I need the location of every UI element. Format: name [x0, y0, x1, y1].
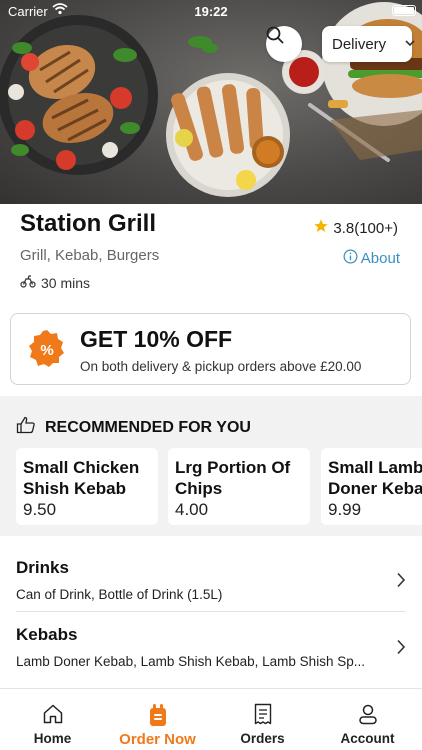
recommended-item-card[interactable]: Small Lamb Doner Kebab 9.99	[321, 448, 422, 525]
recommended-item-card[interactable]: Lrg Portion Of Chips 4.00	[168, 448, 310, 525]
category-title: Drinks	[16, 558, 69, 577]
menu-category-drinks[interactable]: Drinks Can of Drink, Bottle of Drink (1.…	[0, 546, 422, 612]
recommended-item-card[interactable]: Small Chicken Shish Kebab 9.50	[16, 448, 158, 525]
about-label: About	[360, 250, 400, 267]
item-name: Small Lamb	[328, 458, 422, 477]
item-name: Small Chicken	[23, 458, 140, 477]
item-price: 4.00	[175, 500, 209, 519]
tab-orders[interactable]: Orders	[210, 689, 315, 750]
status-time: 19:22	[194, 4, 228, 19]
chevron-right-icon	[396, 572, 406, 593]
delivery-mode-dropdown[interactable]: Delivery	[322, 26, 415, 62]
tab-home[interactable]: Home	[0, 689, 105, 750]
rating-value: 3.8(100+)	[333, 219, 398, 237]
delivery-time-label: 30 mins	[41, 274, 91, 291]
tab-account[interactable]: Account	[315, 689, 420, 750]
category-title: Kebabs	[16, 625, 78, 644]
about-link[interactable]: About	[343, 249, 400, 268]
recommended-title: RECOMMENDED FOR YOU	[45, 418, 251, 436]
offer-banner[interactable]: % GET 10% OFF On both delivery & pickup …	[10, 313, 411, 385]
tab-bar: Home Order Now Orders Account	[0, 688, 422, 750]
home-icon	[0, 703, 105, 727]
item-name: Doner Kebab	[328, 479, 422, 498]
category-description: Lamb Doner Kebab, Lamb Shish Kebab, Lamb…	[16, 654, 365, 669]
scooter-icon	[20, 274, 36, 291]
cuisine-list: Grill, Kebab, Burgers	[20, 247, 160, 264]
menu-category-kebabs[interactable]: Kebabs Lamb Doner Kebab, Lamb Shish Keba…	[0, 613, 422, 679]
search-button[interactable]	[266, 26, 302, 62]
divider	[16, 611, 406, 612]
battery-icon	[392, 5, 416, 16]
item-name: Chips	[175, 479, 223, 498]
recommended-heading: RECOMMENDED FOR YOU	[16, 416, 251, 439]
item-name: Shish Kebab	[23, 479, 126, 498]
info-icon	[343, 249, 358, 268]
status-bar: Carrier 19:22	[0, 0, 422, 22]
rating: 3.8(100+)	[313, 218, 398, 238]
delivery-mode-label: Delivery	[332, 35, 387, 53]
tab-label: Account	[340, 731, 395, 746]
star-icon	[313, 218, 329, 238]
item-price: 9.50	[23, 500, 57, 519]
offer-title: GET 10% OFF	[80, 326, 233, 352]
item-price: 9.99	[328, 500, 362, 519]
order-bag-icon	[105, 703, 210, 727]
item-name: Lrg Portion Of	[175, 458, 291, 477]
tab-order-now[interactable]: Order Now	[105, 689, 210, 750]
restaurant-name: Station Grill	[20, 210, 157, 237]
hero-food-image: Carrier 19:22 Delivery	[0, 0, 422, 204]
chevron-right-icon	[396, 639, 406, 660]
discount-badge-icon: %	[27, 329, 67, 369]
user-icon	[315, 703, 420, 727]
tab-label: Order Now	[119, 731, 196, 748]
receipt-icon	[210, 703, 315, 727]
tab-label: Home	[33, 731, 72, 746]
recommended-section: RECOMMENDED FOR YOU Small Chicken Shish …	[0, 396, 422, 536]
delivery-time: 30 mins	[20, 274, 90, 291]
category-description: Can of Drink, Bottle of Drink (1.5L)	[16, 587, 223, 602]
tab-label: Orders	[240, 731, 285, 746]
thumbs-up-icon	[16, 416, 36, 439]
offer-subtitle: On both delivery & pickup orders above £…	[80, 359, 362, 374]
svg-text:%: %	[40, 342, 53, 359]
